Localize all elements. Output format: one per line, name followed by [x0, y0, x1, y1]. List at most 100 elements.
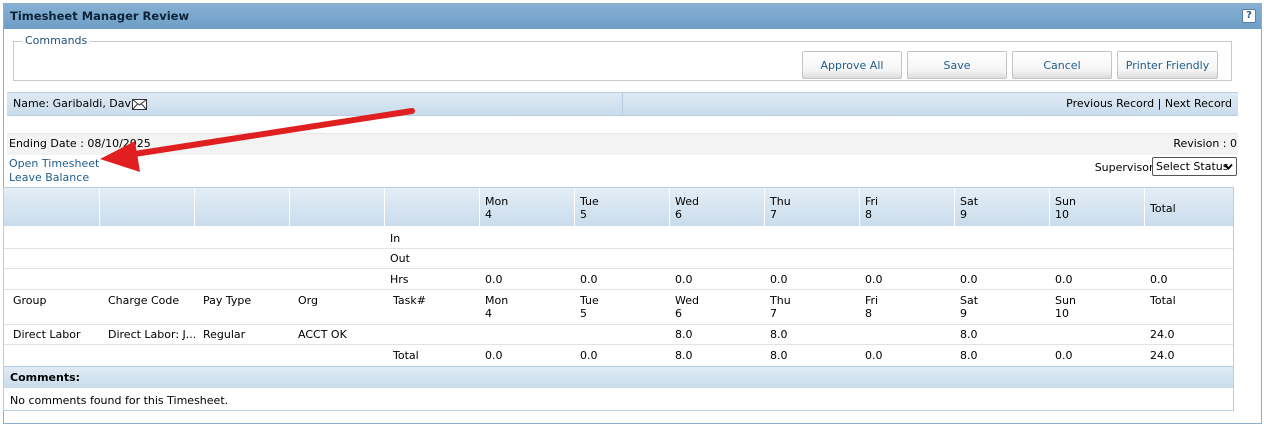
charge-code-column-header: Charge Code [108, 294, 180, 307]
column-header-sat-date: 9 [960, 307, 967, 320]
column-header-sun: Sun [1055, 294, 1076, 307]
entry-org: ACCT OK [298, 328, 347, 341]
hrs-sun: 0.0 [1055, 273, 1073, 286]
row-divider [4, 268, 1233, 269]
day-header-sat-date: 9 [960, 208, 967, 221]
day-header-tue-date: 5 [580, 208, 587, 221]
header-separator [194, 188, 195, 226]
hrs-mon: 0.0 [485, 273, 503, 286]
hrs-tue: 0.0 [580, 273, 598, 286]
employee-name: Name: Garibaldi, David [13, 97, 142, 110]
window-titlebar: Timesheet Manager Review ? [4, 4, 1261, 29]
row-divider [4, 344, 1233, 345]
day-header-sat: Sat [960, 195, 979, 208]
leave-balance-link[interactable]: Leave Balance [9, 171, 89, 184]
entry-pay-type: Regular [203, 328, 246, 341]
comments-text: No comments found for this Timesheet. [10, 394, 229, 407]
day-header-wed: Wed [675, 195, 699, 208]
out-row-label: Out [390, 252, 410, 265]
open-timesheet-link[interactable]: Open Timesheet [9, 157, 99, 170]
day-header-mon: Mon [485, 195, 509, 208]
day-header-fri-date: 8 [865, 208, 872, 221]
hrs-sat: 0.0 [960, 273, 978, 286]
header-separator [764, 188, 765, 226]
column-header-total: Total [1150, 294, 1176, 307]
entry-total: 24.0 [1150, 328, 1175, 341]
comments-header: Comments: [4, 366, 1233, 388]
day-header-tue: Tue [580, 195, 599, 208]
commands-legend: Commands [22, 35, 91, 47]
column-header-tue: Tue [580, 294, 599, 307]
supervisor-status-select[interactable]: Select Status [1152, 157, 1237, 176]
header-separator [384, 188, 385, 226]
entry-group: Direct Labor [13, 328, 81, 341]
day-header-thu-date: 7 [770, 208, 777, 221]
totals-fri: 0.0 [865, 349, 883, 362]
total-header: Total [1150, 202, 1176, 215]
day-header-sun: Sun [1055, 195, 1076, 208]
column-header-wed-date: 6 [675, 307, 682, 320]
pay-type-column-header: Pay Type [203, 294, 252, 307]
header-separator [859, 188, 860, 226]
entry-sat: 8.0 [960, 328, 978, 341]
day-header-thu: Thu [770, 195, 791, 208]
ending-date: Ending Date : 08/10/2025 [9, 137, 151, 150]
day-header-fri: Fri [865, 195, 879, 208]
chevron-down-icon [1224, 163, 1233, 170]
save-button[interactable]: Save [907, 51, 1007, 79]
task-column-header: Task# [393, 294, 426, 307]
header-separator [1049, 188, 1050, 226]
window-title: Timesheet Manager Review [10, 9, 190, 23]
revision: Revision : 0 [1173, 137, 1237, 150]
printer-friendly-button[interactable]: Printer Friendly [1117, 51, 1218, 79]
header-separator [954, 188, 955, 226]
column-header-sat: Sat [960, 294, 979, 307]
hrs-row-label: Hrs [390, 273, 409, 286]
hrs-fri: 0.0 [865, 273, 883, 286]
totals-thu: 8.0 [770, 349, 788, 362]
column-header-sun-date: 10 [1055, 307, 1069, 320]
column-header-tue-date: 5 [580, 307, 587, 320]
mail-icon[interactable] [132, 99, 147, 110]
totals-sat: 8.0 [960, 349, 978, 362]
totals-sun: 0.0 [1055, 349, 1073, 362]
entry-wed: 8.0 [675, 328, 693, 341]
column-header-mon-date: 4 [485, 307, 492, 320]
totals-row-label: Total [393, 349, 419, 362]
in-row-label: In [390, 232, 401, 245]
group-column-header: Group [13, 294, 47, 307]
row-divider [4, 248, 1233, 249]
row-divider [4, 289, 1233, 290]
day-header-wed-date: 6 [675, 208, 682, 221]
grid-header-row: Mon 4 Tue 5 Wed 6 Thu 7 Fri 8 Sat 9 Sun … [4, 188, 1233, 226]
previous-next-record-links[interactable]: Previous Record | Next Record [1066, 93, 1232, 115]
header-separator [669, 188, 670, 226]
approve-all-button[interactable]: Approve All [802, 51, 902, 79]
employee-name-bar: Name: Garibaldi, David Previous Record |… [7, 92, 1238, 116]
hrs-total: 0.0 [1150, 273, 1168, 286]
totals-wed: 8.0 [675, 349, 693, 362]
totals-mon: 0.0 [485, 349, 503, 362]
name-bar-divider [622, 93, 623, 115]
row-divider [4, 324, 1233, 325]
day-header-mon-date: 4 [485, 208, 492, 221]
totals-total: 24.0 [1150, 349, 1175, 362]
header-separator [574, 188, 575, 226]
column-header-wed: Wed [675, 294, 699, 307]
entry-thu: 8.0 [770, 328, 788, 341]
column-header-thu: Thu [770, 294, 791, 307]
hrs-wed: 0.0 [675, 273, 693, 286]
org-column-header: Org [298, 294, 318, 307]
commands-panel: Commands Approve All Save Cancel Printer… [13, 35, 1232, 81]
timesheet-grid: Mon 4 Tue 5 Wed 6 Thu 7 Fri 8 Sat 9 Sun … [3, 187, 1234, 411]
header-separator [289, 188, 290, 226]
help-icon[interactable]: ? [1242, 9, 1256, 23]
ending-date-row [7, 133, 1238, 155]
cancel-button[interactable]: Cancel [1012, 51, 1112, 79]
totals-tue: 0.0 [580, 349, 598, 362]
header-separator [99, 188, 100, 226]
supervisor-label: Supervisor: [1094, 161, 1157, 174]
supervisor-select-value: Select Status [1156, 160, 1229, 173]
column-header-fri-date: 8 [865, 307, 872, 320]
hrs-thu: 0.0 [770, 273, 788, 286]
